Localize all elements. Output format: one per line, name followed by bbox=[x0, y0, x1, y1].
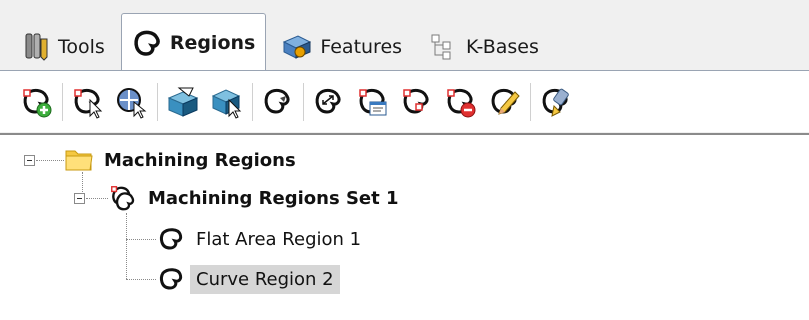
tab-regions-label: Regions bbox=[169, 31, 256, 54]
regions-panel: Tools Regions Features K-Bases Machining… bbox=[0, 0, 809, 320]
tab-features-label: Features bbox=[320, 36, 403, 58]
region-merge-icon bbox=[403, 88, 429, 114]
toolbar-separator bbox=[530, 82, 531, 121]
region-tool-button[interactable] bbox=[113, 82, 151, 122]
region-edit-button[interactable] bbox=[486, 82, 524, 122]
kbases-icon bbox=[426, 30, 460, 64]
tab-regions[interactable]: Regions bbox=[120, 13, 267, 71]
region-outline-icon bbox=[264, 88, 290, 114]
tree-item-machining-regions-set-1[interactable]: Machining Regions Set 1 bbox=[108, 180, 405, 216]
select-region-icon bbox=[74, 88, 103, 119]
tree-item-machining-regions[interactable]: Machining Regions bbox=[64, 142, 302, 178]
tab-tools-label: Tools bbox=[58, 36, 105, 58]
region-outline-button[interactable] bbox=[259, 82, 297, 122]
regions-toolbar bbox=[0, 70, 809, 132]
tab-tools[interactable]: Tools bbox=[10, 24, 115, 70]
tree-item-label: Flat Area Region 1 bbox=[196, 228, 362, 250]
tree-item-label: Machining Regions bbox=[104, 149, 296, 171]
regions-set-icon bbox=[108, 183, 138, 213]
regions-tree: Machining Regions Machining Regions Set … bbox=[0, 133, 809, 320]
toolbar-separator bbox=[62, 82, 63, 121]
tree-connector bbox=[86, 198, 108, 199]
toolbar-separator bbox=[157, 82, 158, 121]
tree-item-label: Machining Regions Set 1 bbox=[148, 187, 399, 209]
region-delete-icon bbox=[447, 88, 476, 117]
collapse-set-button[interactable] bbox=[74, 193, 85, 204]
region-delete-button[interactable] bbox=[442, 82, 480, 122]
toolbar-separator bbox=[303, 82, 304, 121]
tab-strip: Tools Regions Features K-Bases bbox=[10, 12, 555, 71]
region-paint-icon bbox=[542, 88, 569, 117]
add-region-button[interactable] bbox=[18, 82, 56, 122]
region-edit-icon bbox=[491, 88, 520, 115]
collapse-root-button[interactable] bbox=[24, 155, 35, 166]
tree-item-label: Curve Region 2 bbox=[190, 264, 340, 294]
tab-features[interactable]: Features bbox=[272, 24, 412, 70]
tree-connector bbox=[36, 160, 64, 161]
tree-connector bbox=[126, 213, 127, 279]
region-merge-button[interactable] bbox=[398, 82, 436, 122]
tab-kbases-label: K-Bases bbox=[466, 36, 539, 58]
add-region-icon bbox=[23, 88, 52, 117]
tree-item-flat-area-region-1[interactable]: Flat Area Region 1 bbox=[156, 221, 367, 257]
tools-icon bbox=[18, 30, 52, 64]
folder-icon bbox=[64, 145, 94, 175]
region-properties-button[interactable] bbox=[354, 82, 392, 122]
feature-region-icon bbox=[167, 87, 199, 117]
feature-select-icon bbox=[211, 88, 242, 119]
region-transform-icon bbox=[315, 88, 341, 114]
feature-region-button[interactable] bbox=[164, 82, 202, 122]
region-icon bbox=[156, 224, 186, 254]
region-properties-icon bbox=[359, 88, 387, 115]
toolbar-separator bbox=[252, 82, 253, 121]
region-transform-button[interactable] bbox=[310, 82, 348, 122]
tab-kbases[interactable]: K-Bases bbox=[418, 24, 549, 70]
region-tool-icon bbox=[117, 87, 147, 119]
tree-item-curve-region-2[interactable]: Curve Region 2 bbox=[156, 261, 340, 297]
features-icon bbox=[280, 30, 314, 64]
select-region-button[interactable] bbox=[69, 82, 107, 122]
regions-icon bbox=[130, 26, 164, 60]
tree-connector bbox=[126, 239, 156, 240]
region-paint-button[interactable] bbox=[537, 82, 575, 122]
region-icon bbox=[156, 264, 186, 294]
feature-select-button[interactable] bbox=[208, 82, 246, 122]
tree-connector bbox=[126, 279, 156, 280]
